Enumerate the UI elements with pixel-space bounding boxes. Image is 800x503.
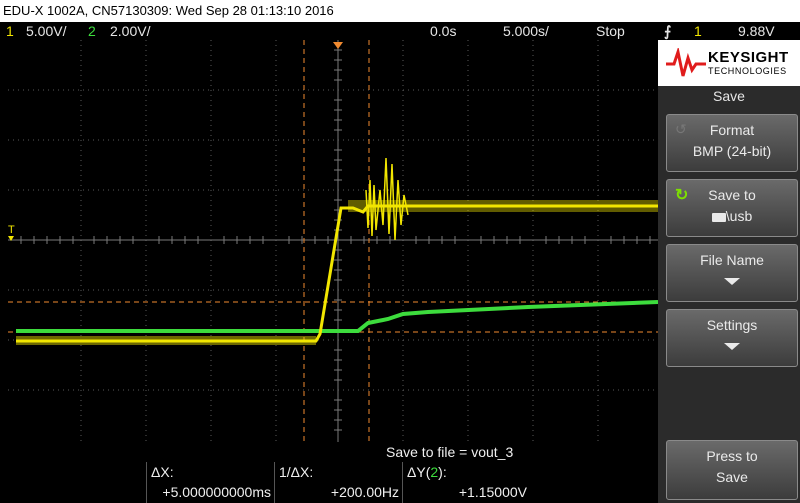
ch1-ringing bbox=[365, 157, 409, 241]
status-bar: 1 5.00V/ 2 2.00V/ 0.0s 5.000s/ Stop ⨍ 1 … bbox=[0, 22, 800, 40]
settings-label: Settings bbox=[706, 317, 758, 333]
file-name-arrow bbox=[667, 278, 797, 285]
delta-x-readout: ΔX: +5.000000000ms bbox=[146, 462, 275, 503]
time-scale[interactable]: 5.000s/ bbox=[503, 22, 549, 40]
inverse-delta-x-label: 1/ΔX: bbox=[279, 464, 314, 480]
file-name-label: File Name bbox=[700, 252, 764, 268]
logo-name: KEYSIGHT bbox=[708, 49, 789, 66]
cursors[interactable] bbox=[8, 40, 658, 442]
save-to-file-label: Save to file = bbox=[386, 444, 472, 460]
file-name-softkey[interactable]: File Name bbox=[666, 244, 798, 302]
ch1-waveform bbox=[16, 157, 658, 345]
save-to-value: \usb bbox=[725, 208, 753, 224]
save-to-softkey[interactable]: ↻ Save to \usb bbox=[666, 179, 798, 237]
settings-softkey[interactable]: Settings bbox=[666, 309, 798, 367]
keysight-logo: KEYSIGHT TECHNOLOGIES bbox=[658, 40, 800, 86]
format-label: Format bbox=[709, 122, 755, 138]
graticule bbox=[8, 40, 658, 442]
waveform-svg: T 1 2 bbox=[2, 40, 659, 442]
ch2-scale[interactable]: 2.00V/ bbox=[110, 22, 150, 40]
ch2-waveform bbox=[16, 300, 659, 333]
save-to-label: Save to bbox=[708, 187, 756, 203]
title-bar: EDU-X 1002A, CN57130309: Wed Sep 28 01:1… bbox=[0, 0, 800, 22]
save-to-file-line: Save to file = vout_3 bbox=[386, 444, 513, 460]
menu-title: Save bbox=[713, 88, 745, 104]
delta-y-channel: 2 bbox=[430, 464, 439, 480]
delta-y-label: ΔY(2): bbox=[407, 464, 447, 480]
delta-x-label: ΔX: bbox=[151, 464, 174, 480]
inverse-delta-x-value: +200.00Hz bbox=[330, 484, 399, 500]
press-to-save-line1: Press to bbox=[706, 448, 758, 464]
measurement-bar: Save to file = vout_3 ΔX: +5.000000000ms… bbox=[0, 442, 658, 503]
format-softkey[interactable]: ↺ Format BMP (24-bit) bbox=[666, 114, 798, 172]
save-to-file-value: vout_3 bbox=[471, 444, 514, 460]
usb-drive-icon bbox=[711, 212, 726, 222]
delta-x-value: +5.000000000ms bbox=[162, 484, 271, 500]
settings-arrow bbox=[667, 343, 797, 350]
trigger-level-marker: T bbox=[8, 224, 15, 236]
chevron-down-icon bbox=[724, 278, 740, 285]
trigger-level[interactable]: 9.88V bbox=[738, 22, 775, 40]
inverse-delta-x-readout: 1/ΔX: +200.00Hz bbox=[274, 462, 403, 503]
press-to-save-softkey[interactable]: Press to Save bbox=[666, 440, 798, 500]
format-value: BMP (24-bit) bbox=[692, 143, 772, 159]
save-to-destination: \usb bbox=[667, 208, 797, 224]
waveform-display[interactable]: T 1 2 bbox=[2, 40, 659, 442]
keysight-wave-icon bbox=[666, 48, 706, 77]
softkey-panel: KEYSIGHT TECHNOLOGIES Save ↺ Format BMP … bbox=[658, 40, 800, 503]
chevron-down-icon bbox=[724, 343, 740, 350]
ch2-number[interactable]: 2 bbox=[88, 22, 96, 40]
time-delay[interactable]: 0.0s bbox=[430, 22, 456, 40]
ch1-scale[interactable]: 5.00V/ bbox=[26, 22, 66, 40]
delta-y-readout: ΔY(2): +1.15000V bbox=[402, 462, 531, 503]
delta-y-value: +1.15000V bbox=[458, 484, 527, 500]
ch1-number[interactable]: 1 bbox=[6, 22, 14, 40]
trigger-position-marker[interactable] bbox=[333, 42, 343, 49]
window-title: EDU-X 1002A, CN57130309: Wed Sep 28 01:1… bbox=[3, 3, 334, 18]
press-to-save-line2: Save bbox=[716, 469, 748, 485]
edge-trigger-icon: ⨍ bbox=[664, 23, 672, 39]
trigger-channel[interactable]: 1 bbox=[694, 22, 702, 40]
run-state[interactable]: Stop bbox=[596, 22, 625, 40]
logo-subtitle: TECHNOLOGIES bbox=[708, 66, 787, 76]
